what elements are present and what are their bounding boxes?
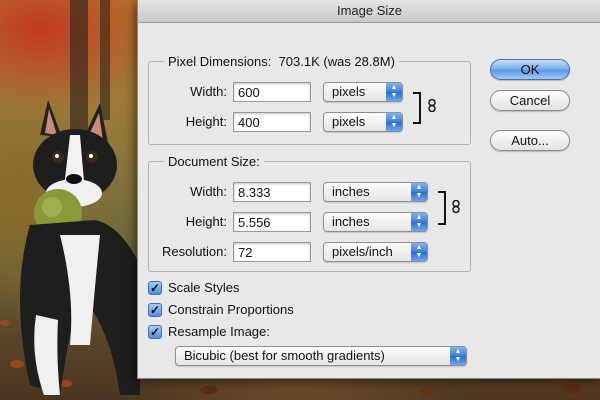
resolution-unit-select[interactable]: pixels/inch ▲ ▼ xyxy=(323,242,428,262)
doc-height-unit-value: inches xyxy=(332,214,370,229)
resample-method-value: Bicubic (best for smooth gradients) xyxy=(184,348,385,363)
resample-image-checkbox[interactable]: ✓ xyxy=(148,325,162,339)
chain-link-icon xyxy=(452,200,460,213)
image-size-dialog: Image Size Pixel Dimensions: 703.1K (was… xyxy=(137,0,600,379)
pixel-dimensions-group xyxy=(148,61,471,145)
resample-image-label: Resample Image: xyxy=(168,324,270,339)
select-arrows-icon: ▲ ▼ xyxy=(386,113,402,131)
auto-button[interactable]: Auto... xyxy=(490,130,570,151)
pixel-height-unit-select[interactable]: pixels ▲ ▼ xyxy=(323,112,403,132)
constrain-proportions-label: Constrain Proportions xyxy=(168,302,294,317)
doc-width-label: Width: xyxy=(190,184,227,199)
constrain-bracket xyxy=(438,191,446,225)
leaf xyxy=(420,388,436,395)
scale-styles-checkbox[interactable]: ✓ xyxy=(148,281,162,295)
chain-link-icon xyxy=(428,99,436,112)
select-arrows-icon: ▲ ▼ xyxy=(411,243,427,261)
select-arrows-icon: ▲ ▼ xyxy=(386,83,402,101)
doc-height-label: Height: xyxy=(185,214,227,229)
constrain-bracket xyxy=(413,92,421,124)
leaf xyxy=(200,386,218,394)
cancel-button[interactable]: Cancel xyxy=(490,90,570,111)
dog-image xyxy=(20,100,140,395)
pixel-dimensions-size: 703.1K (was 28.8M) xyxy=(278,54,395,69)
select-arrows-icon: ▲ ▼ xyxy=(411,213,427,231)
pixel-height-input[interactable] xyxy=(233,112,311,132)
leaf xyxy=(560,384,582,393)
doc-width-unit-value: inches xyxy=(332,184,370,199)
resolution-unit-value: pixels/inch xyxy=(332,244,393,259)
pixel-width-input[interactable] xyxy=(233,82,311,102)
scale-styles-label: Scale Styles xyxy=(168,280,240,295)
pixel-width-label: Width: xyxy=(190,84,227,99)
pixel-height-unit-value: pixels xyxy=(332,114,366,129)
pixel-dimensions-heading: Pixel Dimensions: 703.1K (was 28.8M) xyxy=(164,54,399,69)
select-arrows-icon: ▲ ▼ xyxy=(450,347,466,365)
doc-width-unit-select[interactable]: inches ▲ ▼ xyxy=(323,182,428,202)
resolution-label: Resolution: xyxy=(161,244,227,259)
doc-height-unit-select[interactable]: inches ▲ ▼ xyxy=(323,212,428,232)
pixel-width-unit-value: pixels xyxy=(332,84,366,99)
pixel-height-label: Height: xyxy=(185,114,227,129)
pixel-dimensions-label: Pixel Dimensions: xyxy=(168,54,272,69)
pixel-width-unit-select[interactable]: pixels ▲ ▼ xyxy=(323,82,403,102)
doc-height-input[interactable] xyxy=(233,212,311,232)
doc-width-input[interactable] xyxy=(233,182,311,202)
constrain-proportions-checkbox[interactable]: ✓ xyxy=(148,303,162,317)
select-arrows-icon: ▲ ▼ xyxy=(411,183,427,201)
dialog-title: Image Size xyxy=(138,0,600,23)
resolution-input[interactable] xyxy=(233,242,311,262)
resample-method-select[interactable]: Bicubic (best for smooth gradients) ▲ ▼ xyxy=(175,346,467,366)
ok-button[interactable]: OK xyxy=(490,59,570,80)
document-size-heading: Document Size: xyxy=(164,154,264,169)
